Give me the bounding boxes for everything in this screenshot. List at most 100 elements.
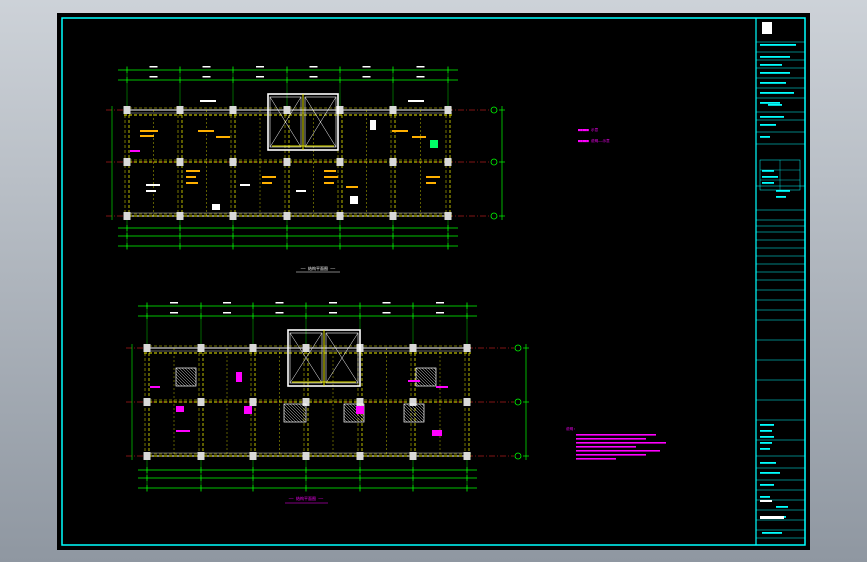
legend-item: ■■■■■ 示意 xyxy=(578,127,599,132)
title-block-text xyxy=(762,532,782,534)
column xyxy=(229,158,237,166)
annotation-text xyxy=(262,182,272,184)
dimension-text xyxy=(256,76,264,78)
plan1-title: —— 结构平面图 —— xyxy=(301,265,336,271)
dimension-text xyxy=(416,76,425,78)
column xyxy=(249,398,257,406)
note-line xyxy=(576,438,646,440)
dimension-text xyxy=(275,302,284,304)
title-block-text xyxy=(760,44,796,46)
annotation-text xyxy=(350,196,358,204)
annotation-text xyxy=(198,130,214,132)
column xyxy=(283,212,291,220)
dimension-text xyxy=(202,66,211,68)
annotation-text xyxy=(356,406,364,414)
title-block-logo-box xyxy=(762,22,772,34)
title-block-text xyxy=(760,500,772,502)
annotation-text xyxy=(150,386,160,388)
annotation-text xyxy=(324,170,336,172)
annotation-text xyxy=(262,176,276,178)
model-space-background xyxy=(57,13,810,550)
annotation-text xyxy=(370,120,376,130)
dimension-text xyxy=(149,66,158,68)
title-block-text xyxy=(760,436,774,438)
cad-viewport[interactable]: —— 结构平面图 —— —— 结构平面图 —— ■■■■■ 示意 ■■■■■ 说… xyxy=(0,0,867,562)
column xyxy=(302,452,310,460)
title-block-text xyxy=(762,182,774,184)
title-block-text xyxy=(762,170,774,172)
column xyxy=(123,212,131,220)
title-block-text xyxy=(760,430,772,432)
annotation-text xyxy=(200,100,216,102)
column xyxy=(409,344,417,352)
dimension-text xyxy=(170,302,178,304)
annotation-text xyxy=(216,136,230,138)
annotation-text xyxy=(408,380,420,382)
title-block-text xyxy=(760,72,790,74)
column xyxy=(463,398,471,406)
title-block-text xyxy=(760,82,786,84)
annotation-text xyxy=(186,176,196,178)
dimension-text xyxy=(309,76,318,78)
column xyxy=(197,452,205,460)
title-block-text xyxy=(776,190,790,192)
drawing-canvas[interactable]: —— 结构平面图 —— —— 结构平面图 —— ■■■■■ 示意 ■■■■■ 说… xyxy=(0,0,867,562)
column xyxy=(389,106,397,114)
annotation-text xyxy=(296,190,306,192)
column xyxy=(229,106,237,114)
title-block-text xyxy=(760,462,776,464)
column xyxy=(249,344,257,352)
annotation-text xyxy=(240,184,250,186)
title-block-text xyxy=(762,176,778,178)
column xyxy=(302,344,310,352)
title-block-text xyxy=(760,484,774,486)
dimension-text xyxy=(362,66,371,68)
title-block-text xyxy=(760,448,770,450)
dimension-text xyxy=(170,312,178,314)
title-block-text xyxy=(760,116,784,118)
title-block-text xyxy=(760,516,784,519)
dimension-text xyxy=(382,302,391,304)
column xyxy=(229,212,237,220)
title-block-text xyxy=(760,56,790,58)
annotation-text xyxy=(140,130,158,132)
column xyxy=(283,106,291,114)
annotation-text xyxy=(430,140,438,148)
annotation-text xyxy=(432,430,442,436)
column xyxy=(336,158,344,166)
annotation-text xyxy=(436,386,448,388)
column xyxy=(444,158,452,166)
title-block-text xyxy=(776,506,788,508)
title-block-text xyxy=(760,496,770,498)
note-line xyxy=(576,446,636,448)
column xyxy=(123,106,131,114)
column xyxy=(123,158,131,166)
title-block-text xyxy=(760,102,780,104)
column xyxy=(143,452,151,460)
column xyxy=(176,158,184,166)
column xyxy=(249,452,257,460)
dimension-text xyxy=(256,66,264,68)
column xyxy=(176,106,184,114)
dimension-text xyxy=(202,76,211,78)
column xyxy=(197,398,205,406)
column xyxy=(389,158,397,166)
dimension-text xyxy=(149,76,158,78)
column xyxy=(356,452,364,460)
annotation-text xyxy=(236,372,242,382)
note-line xyxy=(576,434,656,436)
title-block-text xyxy=(760,424,774,426)
annotation-text xyxy=(186,182,198,184)
dimension-text xyxy=(309,66,318,68)
column xyxy=(143,344,151,352)
title-block-text xyxy=(760,124,776,126)
column xyxy=(197,344,205,352)
annotation-text xyxy=(140,135,154,137)
note-line xyxy=(576,450,660,452)
annotation-text xyxy=(146,184,160,186)
column xyxy=(336,212,344,220)
dimension-text xyxy=(436,302,444,304)
annotation-text xyxy=(130,150,140,152)
column xyxy=(176,212,184,220)
annotation-text xyxy=(346,186,358,188)
